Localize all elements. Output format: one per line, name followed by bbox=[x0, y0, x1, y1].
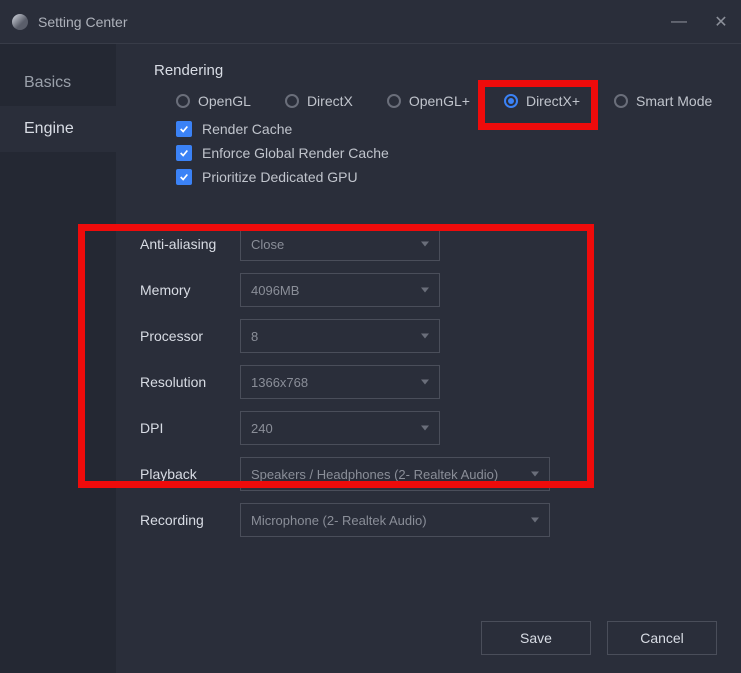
radio-label: DirectX bbox=[307, 93, 353, 109]
chevron-down-icon bbox=[531, 518, 539, 523]
checkbox-column: Render Cache Enforce Global Render Cache… bbox=[116, 121, 741, 185]
minimize-icon[interactable]: — bbox=[671, 12, 687, 32]
radio-icon bbox=[285, 94, 299, 108]
dropdown-value: Microphone (2- Realtek Audio) bbox=[251, 513, 427, 528]
radio-icon bbox=[387, 94, 401, 108]
close-icon[interactable]: ✕ bbox=[713, 12, 729, 32]
render-mode-radios: OpenGL DirectX OpenGL+ DirectX+ Smart Mo… bbox=[116, 93, 741, 109]
section-title-rendering: Rendering bbox=[116, 62, 741, 79]
check-label: Enforce Global Render Cache bbox=[202, 145, 389, 161]
sidebar-tab-engine[interactable]: Engine bbox=[0, 106, 116, 152]
label-recording: Recording bbox=[140, 512, 240, 528]
radio-icon bbox=[176, 94, 190, 108]
check-enforce-global[interactable]: Enforce Global Render Cache bbox=[176, 145, 741, 161]
checkbox-icon bbox=[176, 145, 192, 161]
annotation-highlight-settings bbox=[78, 224, 594, 488]
checkbox-icon bbox=[176, 121, 192, 137]
sidebar-tab-basics[interactable]: Basics bbox=[0, 60, 116, 106]
check-label: Render Cache bbox=[202, 121, 292, 137]
radio-opengl[interactable]: OpenGL bbox=[176, 93, 251, 109]
save-button[interactable]: Save bbox=[481, 621, 591, 655]
check-label: Prioritize Dedicated GPU bbox=[202, 169, 358, 185]
app-icon bbox=[12, 14, 28, 30]
radio-openglplus[interactable]: OpenGL+ bbox=[387, 93, 470, 109]
radio-label: OpenGL+ bbox=[409, 93, 470, 109]
content-panel: Rendering OpenGL DirectX OpenGL+ DirectX… bbox=[116, 44, 741, 673]
checkbox-icon bbox=[176, 169, 192, 185]
radio-directx[interactable]: DirectX bbox=[285, 93, 353, 109]
radio-icon bbox=[614, 94, 628, 108]
radio-smartmode[interactable]: Smart Mode bbox=[614, 93, 712, 109]
check-render-cache[interactable]: Render Cache bbox=[176, 121, 741, 137]
annotation-highlight-directxplus bbox=[478, 80, 598, 130]
radio-label: OpenGL bbox=[198, 93, 251, 109]
titlebar: Setting Center — ✕ bbox=[0, 0, 741, 44]
radio-label: Smart Mode bbox=[636, 93, 712, 109]
dropdown-recording[interactable]: Microphone (2- Realtek Audio) bbox=[240, 503, 550, 537]
check-dedicated-gpu[interactable]: Prioritize Dedicated GPU bbox=[176, 169, 741, 185]
footer-buttons: Save Cancel bbox=[481, 621, 717, 655]
window-title: Setting Center bbox=[38, 14, 671, 30]
cancel-button[interactable]: Cancel bbox=[607, 621, 717, 655]
